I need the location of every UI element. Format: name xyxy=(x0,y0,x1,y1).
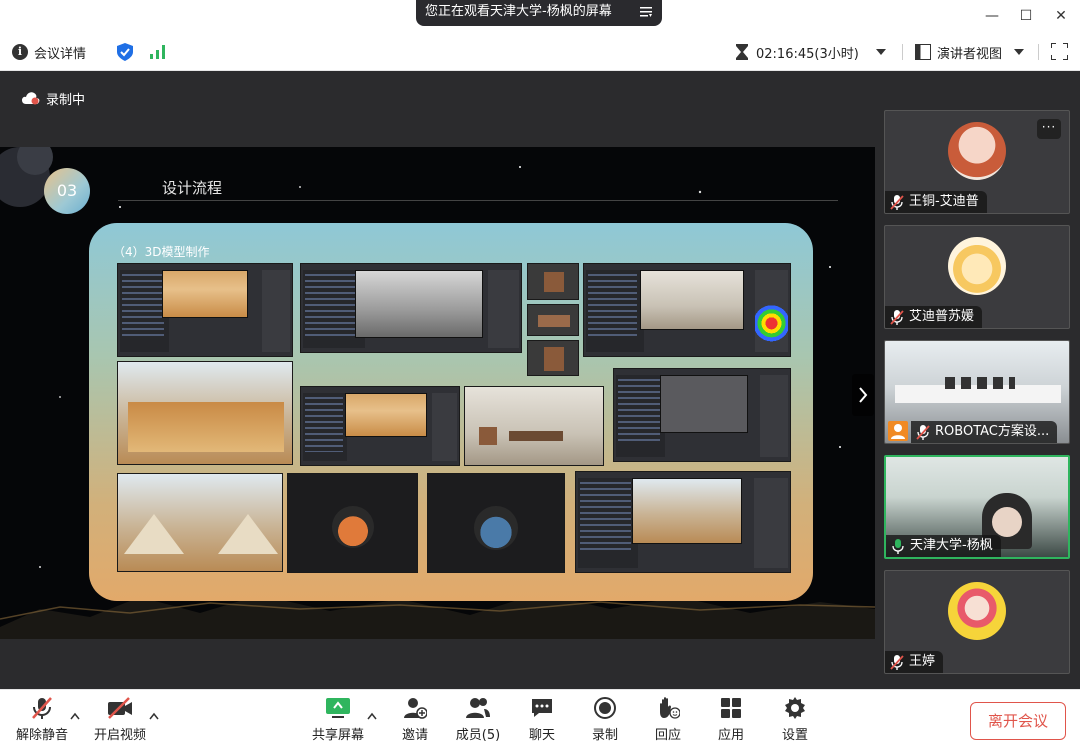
mic-muted-icon xyxy=(890,310,904,325)
record-icon xyxy=(594,697,616,719)
section-underline xyxy=(118,200,838,201)
mic-muted-icon xyxy=(890,655,904,670)
shared-screen-area: 录制中 03 设计流程 （4）3D模型制作 xyxy=(0,71,875,689)
apps-button[interactable]: 应用 xyxy=(711,696,751,746)
record-button[interactable]: 录制 xyxy=(585,696,625,746)
participants-panel: ··· 王铜-艾迪普 艾迪普苏媛 ROBOTAC方案设... 天津大学-杨枫 王… xyxy=(875,71,1080,689)
view-mode-button[interactable]: 演讲者视图 xyxy=(937,43,1002,62)
divider xyxy=(1038,44,1039,60)
mic-muted-icon xyxy=(916,425,930,440)
participant-tile[interactable]: 艾迪普苏媛 xyxy=(884,225,1070,329)
view-dropdown-icon[interactable] xyxy=(1014,49,1024,55)
scene-render-desert xyxy=(117,361,293,465)
menu-lines-icon xyxy=(640,7,652,17)
chat-button[interactable]: 聊天 xyxy=(522,696,562,746)
avatar xyxy=(948,582,1006,640)
security-shield-icon[interactable] xyxy=(117,43,133,61)
members-icon xyxy=(466,698,490,718)
info-icon[interactable]: i xyxy=(12,44,28,60)
divider xyxy=(902,44,903,60)
minimize-button[interactable]: — xyxy=(982,6,1002,26)
chat-icon xyxy=(532,699,552,717)
presentation-slide: 03 设计流程 （4）3D模型制作 xyxy=(0,147,875,639)
members-button[interactable]: 成员(5) xyxy=(453,696,503,746)
maximize-button[interactable]: ☐ xyxy=(1016,6,1036,26)
video-off-icon xyxy=(108,697,132,719)
start-video-button[interactable]: 开启视频 xyxy=(92,696,148,746)
apps-grid-icon xyxy=(721,698,741,718)
settings-button[interactable]: 设置 xyxy=(775,696,815,746)
speaker-view-icon xyxy=(915,44,931,60)
gear-icon xyxy=(785,697,805,719)
close-button[interactable]: ✕ xyxy=(1051,6,1071,26)
section-number-badge: 03 xyxy=(44,168,90,214)
avatar xyxy=(948,122,1006,180)
model-thumb-3 xyxy=(527,340,579,376)
person-icon xyxy=(888,421,908,441)
meeting-timer: 02:16:45(3小时) xyxy=(756,47,859,62)
participant-name-tag: 艾迪普苏媛 xyxy=(885,306,983,328)
participant-name-tag: ROBOTAC方案设... xyxy=(911,421,1058,443)
chevron-up-icon[interactable] xyxy=(70,712,80,720)
cloud-record-icon xyxy=(22,92,40,105)
participant-tile[interactable]: 王婷 xyxy=(884,570,1070,674)
screenshot-1 xyxy=(117,263,293,357)
mic-muted-icon xyxy=(890,195,904,210)
chevron-up-icon[interactable] xyxy=(367,712,377,720)
robot-model-orange xyxy=(287,473,418,573)
avatar xyxy=(948,237,1006,295)
leave-meeting-button[interactable]: 离开会议 xyxy=(970,702,1066,740)
network-signal-icon[interactable] xyxy=(150,45,166,59)
screenshot-6 xyxy=(575,471,791,573)
meeting-details-link[interactable]: 会议详情 xyxy=(34,43,86,62)
model-thumb-2 xyxy=(527,304,579,336)
invite-button[interactable]: 邀请 xyxy=(395,696,435,746)
share-screen-button[interactable]: 共享屏幕 xyxy=(310,696,366,746)
screenshot-5 xyxy=(613,368,791,462)
next-page-button[interactable] xyxy=(852,374,874,416)
participant-name-tag: 王铜-艾迪普 xyxy=(885,191,987,213)
meeting-info-bar: i 会议详情 02:16:45(3小时) 演讲者视图 xyxy=(0,33,1080,71)
participant-tile-active[interactable]: 天津大学-杨枫 xyxy=(884,455,1070,559)
mic-muted-icon xyxy=(32,697,52,719)
mic-active-icon xyxy=(892,539,904,554)
meeting-window: 您正在观看天津大学-杨枫的屏幕 — ☐ ✕ i 会议详情 02:16:45(3小… xyxy=(0,0,1080,750)
raise-hand-icon xyxy=(660,697,680,719)
sharing-title-pill[interactable]: 您正在观看天津大学-杨枫的屏幕 xyxy=(416,0,662,26)
more-options-button[interactable]: ··· xyxy=(1037,119,1061,139)
share-screen-icon xyxy=(326,698,350,718)
screenshot-2 xyxy=(300,263,522,353)
model-thumb-1 xyxy=(527,263,579,300)
chevron-up-icon[interactable] xyxy=(149,712,159,720)
fullscreen-icon[interactable] xyxy=(1051,43,1068,60)
title-bar: 您正在观看天津大学-杨枫的屏幕 — ☐ ✕ xyxy=(0,0,1080,33)
unmute-button[interactable]: 解除静音 xyxy=(14,696,70,746)
screenshot-3 xyxy=(583,263,791,357)
chevron-right-icon xyxy=(859,387,868,403)
add-user-icon xyxy=(404,698,427,719)
participant-tile[interactable]: ROBOTAC方案设... xyxy=(884,340,1070,444)
content-card: （4）3D模型制作 xyxy=(89,223,813,601)
scene-render-camp xyxy=(117,473,283,572)
reactions-button[interactable]: 回应 xyxy=(648,696,688,746)
meeting-toolbar: 解除静音 开启视频 共享屏幕 邀请 成员(5) 聊天 录制 回应 应用 设置 离… xyxy=(0,689,1080,750)
screenshot-4 xyxy=(300,386,460,466)
hourglass-icon xyxy=(736,44,748,60)
robot-model-blue xyxy=(427,473,565,573)
card-title: （4）3D模型制作 xyxy=(113,245,210,259)
window-title: 您正在观看天津大学-杨枫的屏幕 xyxy=(425,4,612,19)
participant-tile[interactable]: ··· 王铜-艾迪普 xyxy=(884,110,1070,214)
participant-name-tag: 天津大学-杨枫 xyxy=(886,535,1001,557)
section-title: 设计流程 xyxy=(162,179,223,197)
participant-name-tag: 王婷 xyxy=(885,651,944,673)
timer-dropdown-icon[interactable] xyxy=(876,49,886,55)
scene-render-room xyxy=(464,386,604,466)
